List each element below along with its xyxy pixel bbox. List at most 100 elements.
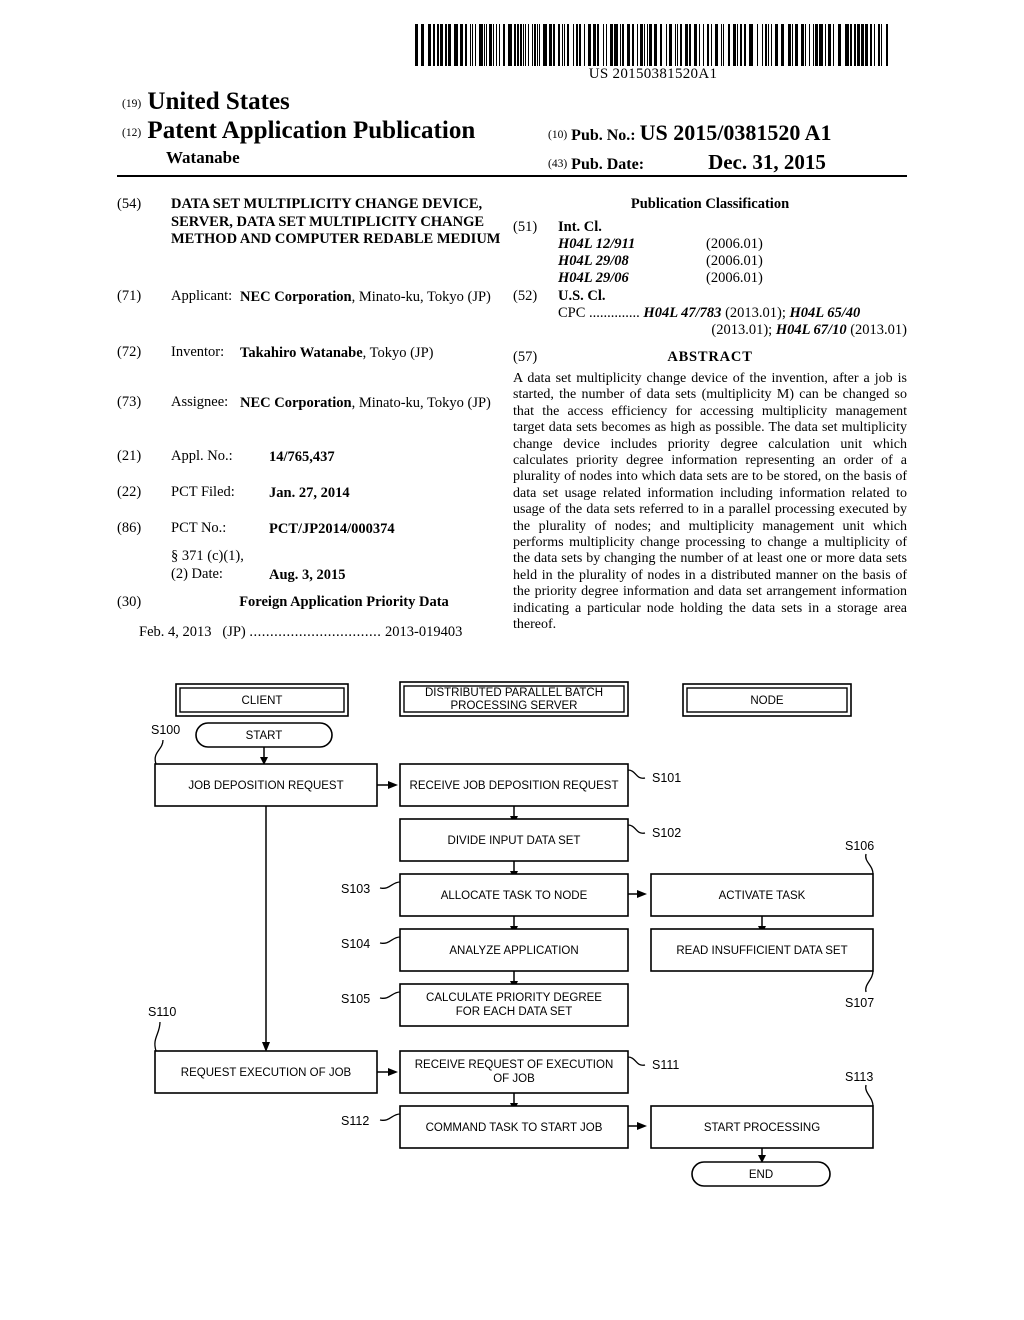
foreign-number: 2013-019403 bbox=[385, 624, 463, 640]
flowchart-step-label: ACTIVATE TASK bbox=[719, 890, 806, 902]
int-cl-version: (2006.01) bbox=[706, 253, 763, 269]
abstract-text: A data set multiplicity change device of… bbox=[513, 371, 907, 633]
inventor-code: (72) bbox=[117, 344, 142, 360]
applicant-label: Applicant: bbox=[171, 288, 233, 304]
inventor-label: Inventor: bbox=[171, 344, 225, 360]
abstract-heading: ABSTRACT bbox=[667, 349, 753, 365]
int-cl-symbol: H04L 12/911 bbox=[558, 236, 636, 252]
pubdate-code: (43) bbox=[548, 158, 568, 170]
flowchart-step-label: REQUEST EXECUTION OF JOB bbox=[181, 1067, 352, 1079]
cpc-symbol-2: H04L 65/40 bbox=[789, 305, 861, 321]
pct-no-label: PCT No.: bbox=[171, 520, 227, 536]
int-cl-symbol: H04L 29/08 bbox=[558, 253, 629, 269]
pct-filed-value: Jan. 27, 2014 bbox=[269, 485, 350, 501]
barcode bbox=[415, 24, 891, 66]
flowchart-step-number: S106 bbox=[845, 839, 874, 853]
date2-label: (2) Date: bbox=[171, 566, 223, 582]
flowchart-step-label: RECEIVE JOB DEPOSITION REQUEST bbox=[410, 780, 619, 792]
int-cl-block: (51) Int. Cl. H04L 12/911 (2006.01) H04L… bbox=[513, 219, 907, 287]
int-cl-version: (2006.01) bbox=[706, 270, 763, 286]
svg-text:PROCESSING SERVER: PROCESSING SERVER bbox=[451, 700, 578, 712]
cpc-ver-3: (2013.01) bbox=[846, 322, 907, 338]
applicant-value: NEC Corporation, Minato-ku, Tokyo (JP) bbox=[240, 288, 510, 306]
country-code: (19) bbox=[122, 98, 142, 110]
assignee-code: (73) bbox=[117, 394, 142, 410]
appl-no-label: Appl. No.: bbox=[171, 448, 233, 464]
flowchart-step-label: COMMAND TASK TO START JOB bbox=[426, 1122, 603, 1134]
header-divider bbox=[117, 175, 907, 177]
foreign-code: (30) bbox=[117, 594, 142, 610]
flowchart-step-s110: REQUEST EXECUTION OF JOB bbox=[154, 1050, 378, 1094]
doc-type-line: (12) Patent Application Publication bbox=[122, 117, 475, 145]
assignee-label: Assignee: bbox=[171, 394, 229, 410]
cpc-prefix: CPC .............. bbox=[558, 305, 640, 321]
cpc-ver-1: (2013.01); bbox=[721, 305, 790, 321]
pubdate-label: Pub. Date: bbox=[571, 156, 645, 173]
flowchart-terminal-label: END bbox=[749, 1169, 773, 1181]
flowchart-figure: CLIENT DISTRIBUTED PARALLEL BATCH PROCES… bbox=[0, 660, 1024, 1200]
invention-title: DATA SET MULTIPLICITY CHANGE DEVICE, SER… bbox=[171, 196, 501, 247]
int-cl-label: Int. Cl. bbox=[558, 219, 602, 235]
flowchart-step-number: S101 bbox=[652, 771, 681, 785]
pubdate-value: Dec. 31, 2015 bbox=[708, 150, 826, 174]
flowchart-step-s106: ACTIVATE TASK bbox=[650, 873, 874, 917]
us-cl-label: U.S. Cl. bbox=[558, 288, 606, 304]
flowchart-step-label: ALLOCATE TASK TO NODE bbox=[441, 890, 588, 902]
inventor-name: Takahiro Watanabe bbox=[240, 345, 363, 361]
publication-classification-heading: Publication Classification bbox=[630, 196, 790, 212]
country-name: United States bbox=[147, 88, 290, 115]
inventor-value: Takahiro Watanabe, Tokyo (JP) bbox=[240, 344, 510, 362]
pubno-label: Pub. No.: bbox=[571, 127, 636, 144]
applicant-name: NEC Corporation bbox=[240, 289, 352, 305]
publication-date-line: (43) Pub. Date: Dec. 31, 2015 bbox=[548, 150, 826, 175]
pct-no-code: (86) bbox=[117, 520, 142, 536]
flowchart-header-node: NODE bbox=[682, 683, 852, 717]
flowchart-header-label: NODE bbox=[750, 695, 784, 707]
flowchart-step-label: DIVIDE INPUT DATA SET bbox=[448, 835, 581, 847]
int-cl-entry: H04L 29/08 (2006.01) bbox=[558, 253, 907, 270]
assignee-rest: , Minato-ku, Tokyo (JP) bbox=[351, 395, 491, 411]
assignee-value: NEC Corporation, Minato-ku, Tokyo (JP) bbox=[240, 394, 510, 412]
flowchart-step-number: S111 bbox=[652, 1058, 679, 1072]
applicant-code: (71) bbox=[117, 288, 142, 304]
pct-filed-code: (22) bbox=[117, 484, 142, 500]
int-cl-symbol: H04L 29/06 bbox=[558, 270, 629, 286]
flowchart-step-s113: START PROCESSING bbox=[650, 1105, 874, 1149]
foreign-heading: Foreign Application Priority Data bbox=[239, 594, 449, 610]
flowchart-step-s102: DIVIDE INPUT DATA SET bbox=[399, 818, 629, 862]
abstract-heading-block: (57) ABSTRACT bbox=[513, 349, 907, 369]
country-line: (19) United States bbox=[122, 88, 290, 116]
patent-front-page: US 20150381520A1 (19) United States (12)… bbox=[0, 0, 1024, 1320]
doc-type-code: (12) bbox=[122, 127, 142, 139]
inventor-rest: , Tokyo (JP) bbox=[362, 345, 434, 361]
flowchart-step-s107: READ INSUFFICIENT DATA SET bbox=[650, 928, 874, 972]
foreign-dots: ................................ bbox=[249, 624, 382, 640]
assignee-name: NEC Corporation bbox=[240, 395, 352, 411]
foreign-date: Feb. 4, 2013 bbox=[139, 624, 212, 640]
title-code: (54) bbox=[117, 196, 142, 212]
foreign-country: (JP) bbox=[222, 624, 246, 640]
applicant-rest: , Minato-ku, Tokyo (JP) bbox=[351, 289, 491, 305]
us-cl-code: (52) bbox=[513, 288, 538, 304]
svg-text:RECEIVE REQUEST OF EXECUTION: RECEIVE REQUEST OF EXECUTION bbox=[415, 1059, 614, 1071]
us-cl-block: (52) U.S. Cl. CPC .............. H04L 47… bbox=[513, 288, 907, 339]
author-name: Watanabe bbox=[166, 148, 240, 167]
flowchart-step-number: S102 bbox=[652, 826, 681, 840]
flowchart-step-number: S113 bbox=[845, 1070, 873, 1084]
pct-no-value: PCT/JP2014/000374 bbox=[269, 521, 395, 537]
flowchart-step-label: ANALYZE APPLICATION bbox=[449, 945, 578, 957]
int-cl-entry: H04L 12/911 (2006.01) bbox=[558, 236, 907, 253]
flowchart-terminal-start: START bbox=[195, 722, 333, 748]
pubno-value: US 2015/0381520 A1 bbox=[639, 120, 832, 145]
foreign-priority-row: Feb. 4, 2013 (JP) ......................… bbox=[139, 624, 509, 641]
pct-filed-label: PCT Filed: bbox=[171, 484, 235, 500]
flowchart-step-label: JOB DEPOSITION REQUEST bbox=[188, 780, 343, 792]
cpc-symbol-3: H04L 67/10 bbox=[775, 322, 847, 338]
flowchart-step-s111: RECEIVE REQUEST OF EXECUTION OF JOB bbox=[399, 1050, 629, 1094]
doc-type-name: Patent Application Publication bbox=[147, 117, 476, 144]
flowchart-step-s101: RECEIVE JOB DEPOSITION REQUEST bbox=[399, 763, 629, 807]
cpc-symbol-1: H04L 47/783 bbox=[643, 305, 722, 321]
flowchart-step-s104: ANALYZE APPLICATION bbox=[399, 928, 629, 972]
barcode-number: US 20150381520A1 bbox=[588, 66, 718, 82]
int-cl-entry: H04L 29/06 (2006.01) bbox=[558, 270, 907, 287]
